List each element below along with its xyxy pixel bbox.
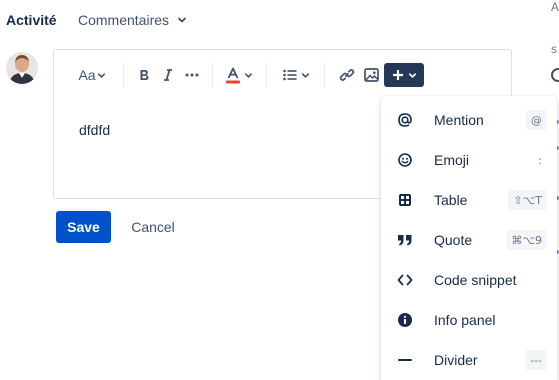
emoji-icon bbox=[395, 150, 415, 170]
editor-content[interactable]: dfdfd bbox=[79, 122, 110, 138]
shortcut-badge: --- bbox=[525, 350, 547, 370]
insert-menu: Mention @ Emoji : Table ⇧⌥T Quote ⌘⌥9 Co… bbox=[381, 96, 557, 380]
shortcut-badge: : bbox=[533, 150, 547, 170]
code-icon bbox=[395, 270, 415, 290]
comments-dropdown-label: Commentaires bbox=[78, 12, 170, 28]
shortcut-badge: @ bbox=[526, 110, 547, 130]
chevron-down-icon bbox=[97, 72, 105, 78]
editor-toolbar: Aa bbox=[54, 50, 511, 98]
menu-item-info-panel[interactable]: Info panel bbox=[381, 300, 557, 340]
quote-icon bbox=[395, 230, 415, 250]
menu-item-label: Quote bbox=[434, 232, 473, 248]
cropped-sidebar-letter: s bbox=[551, 42, 557, 56]
menu-item-label: Divider bbox=[434, 352, 478, 368]
cropped-sidebar-letter: A bbox=[551, 0, 559, 14]
text-color-dropdown[interactable] bbox=[222, 63, 256, 87]
activity-title: Activité bbox=[6, 12, 57, 28]
italic-icon bbox=[164, 69, 172, 81]
bold-icon bbox=[140, 70, 149, 80]
info-icon bbox=[395, 310, 415, 330]
menu-item-table[interactable]: Table ⇧⌥T bbox=[381, 180, 557, 220]
divider-icon bbox=[395, 350, 415, 370]
at-icon bbox=[395, 110, 415, 130]
plus-icon bbox=[392, 70, 403, 80]
shortcut-badge: ⌘⌥9 bbox=[506, 230, 547, 250]
chevron-down-icon bbox=[244, 72, 252, 78]
link-button[interactable] bbox=[336, 63, 358, 87]
table-icon bbox=[395, 190, 415, 210]
toolbar-divider bbox=[123, 63, 124, 87]
cropped-status-icon bbox=[551, 68, 559, 82]
chevron-down-icon bbox=[177, 15, 187, 25]
chevron-down-icon bbox=[408, 72, 416, 78]
save-button[interactable]: Save bbox=[56, 211, 111, 243]
text-color-icon bbox=[225, 67, 240, 83]
italic-button[interactable] bbox=[157, 63, 179, 87]
text-style-dropdown[interactable]: Aa bbox=[74, 63, 110, 87]
shortcut-badge: ⇧⌥T bbox=[508, 190, 547, 210]
menu-item-code-snippet[interactable]: Code snippet bbox=[381, 260, 557, 300]
insert-menu-button[interactable] bbox=[384, 63, 424, 87]
menu-item-label: Table bbox=[434, 192, 468, 208]
more-formatting-button[interactable] bbox=[181, 63, 203, 87]
bullet-list-icon bbox=[282, 69, 296, 81]
menu-item-mention[interactable]: Mention @ bbox=[381, 100, 557, 140]
comments-dropdown[interactable]: Commentaires bbox=[78, 12, 187, 28]
menu-item-label: Code snippet bbox=[434, 272, 517, 288]
menu-item-quote[interactable]: Quote ⌘⌥9 bbox=[381, 220, 557, 260]
link-icon bbox=[339, 69, 355, 81]
menu-item-label: Info panel bbox=[434, 312, 496, 328]
menu-item-emoji[interactable]: Emoji : bbox=[381, 140, 557, 180]
bold-button[interactable] bbox=[133, 63, 155, 87]
cancel-button[interactable]: Cancel bbox=[122, 211, 184, 243]
image-icon bbox=[363, 68, 379, 82]
menu-item-label: Mention bbox=[434, 112, 484, 128]
avatar bbox=[6, 52, 38, 84]
ellipsis-icon bbox=[185, 73, 199, 77]
toolbar-divider bbox=[324, 63, 325, 87]
activity-header: Activité Commentaires bbox=[0, 0, 520, 42]
menu-item-label: Emoji bbox=[434, 152, 470, 168]
text-style-label: Aa bbox=[78, 67, 96, 83]
image-button[interactable] bbox=[360, 63, 382, 87]
list-dropdown[interactable] bbox=[278, 63, 314, 87]
menu-item-divider[interactable]: Divider --- bbox=[381, 340, 557, 380]
chevron-down-icon bbox=[301, 72, 309, 78]
toolbar-divider bbox=[266, 63, 267, 87]
toolbar-divider bbox=[212, 63, 213, 87]
